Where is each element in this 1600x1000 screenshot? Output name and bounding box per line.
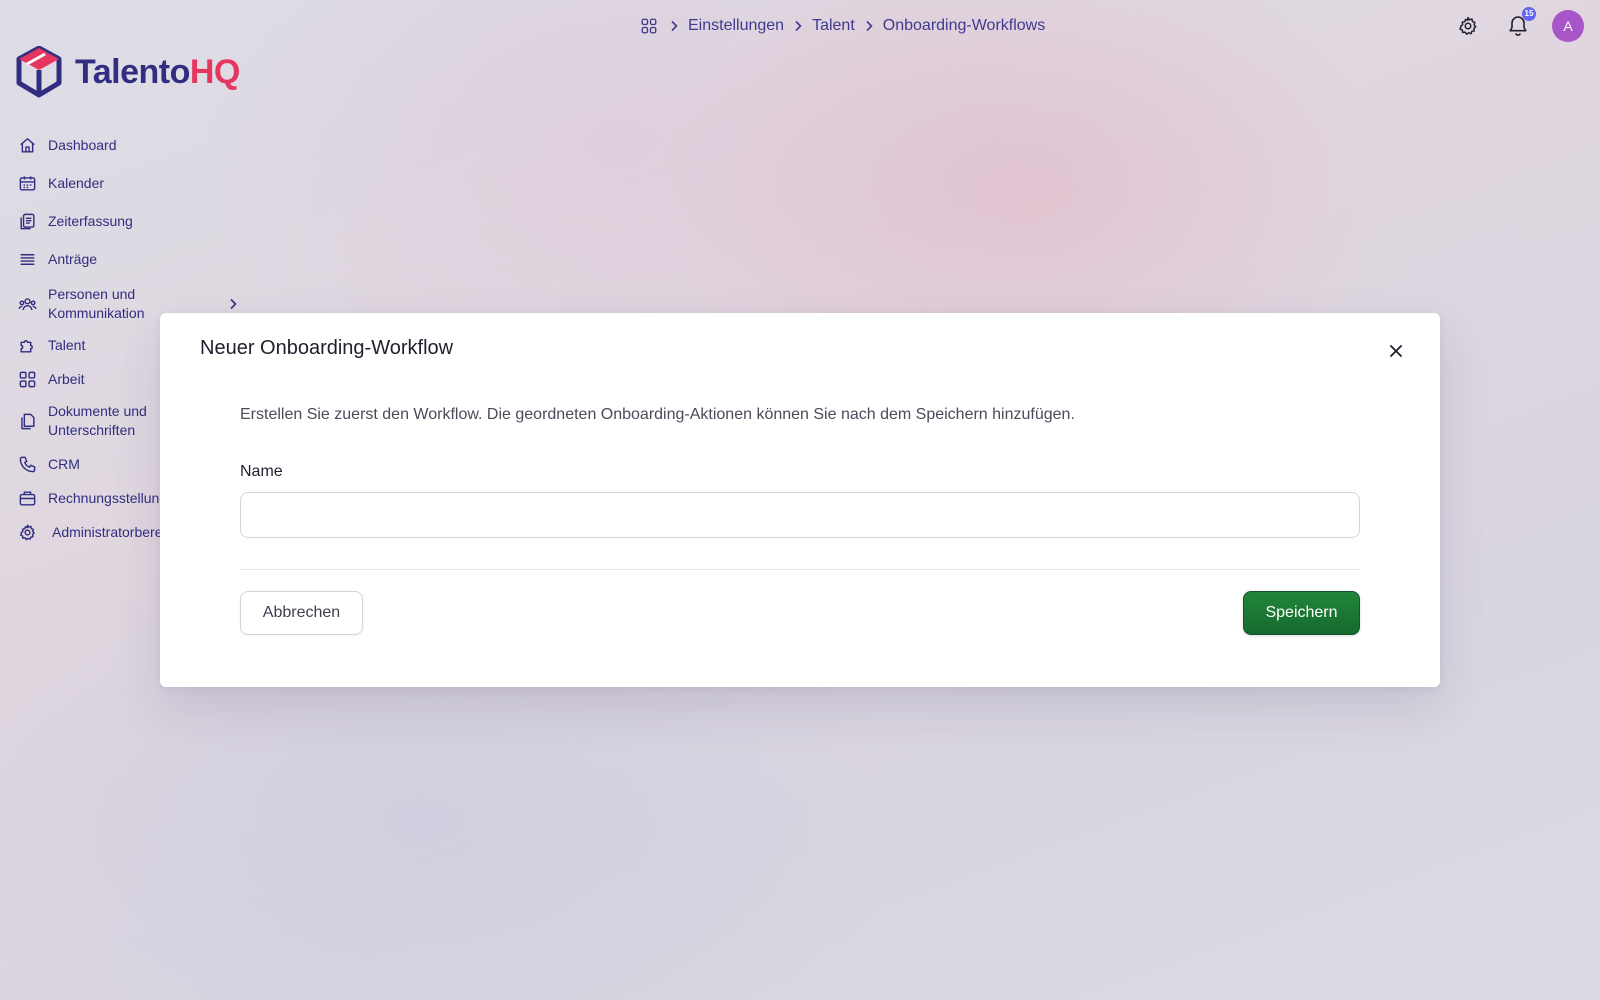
breadcrumb: Einstellungen Talent Onboarding-Workflow… [638,14,1045,38]
cancel-button[interactable]: Abbrechen [240,591,363,635]
header-actions: 15 A [1452,7,1584,42]
logo[interactable]: TalentoHQ [15,46,240,98]
sidebar-item-label: Kalender [48,174,105,191]
documents-icon [16,410,38,432]
home-icon [16,134,38,156]
breadcrumb-talent[interactable]: Talent [812,17,855,35]
new-onboarding-workflow-dialog: Neuer Onboarding-Workflow Erstellen Sie … [160,313,1440,687]
sidebar-item-dashboard[interactable]: Dashboard [16,134,241,156]
sidebar-item-label: Dashboard [48,136,117,153]
grid-icon [16,368,38,390]
gear-icon [16,521,38,543]
close-icon[interactable] [1382,337,1410,365]
sidebar-item-label: Talent [48,336,86,353]
sidebar-item-kalender[interactable]: Kalender [16,172,241,194]
logo-text: TalentoHQ [75,53,240,92]
chevron-right-icon [855,20,883,32]
name-field-label: Name [240,463,283,480]
divider [240,569,1360,570]
logo-text-primary: Talento [75,52,190,91]
notifications-button[interactable]: 15 [1502,7,1536,42]
sidebar-item-label: Anträge [48,250,98,267]
sidebar-item-label: Zeiterfassung [48,212,133,229]
notification-count-badge: 15 [1522,7,1536,21]
phone-icon [16,453,38,475]
sidebar-item-antraege[interactable]: Anträge [16,248,241,270]
breadcrumb-einstellungen[interactable]: Einstellungen [688,17,784,35]
logo-text-accent: HQ [189,52,241,91]
sidebar-item-zeiterfassung[interactable]: Zeiterfassung [16,210,241,232]
chevron-right-icon [660,20,688,32]
cube-logo-icon [16,46,62,98]
save-button[interactable]: Speichern [1243,591,1360,635]
name-input[interactable] [240,492,1360,538]
chevron-right-icon [784,20,812,32]
apps-grid-icon[interactable] [638,15,660,37]
user-avatar[interactable]: A [1552,10,1584,42]
settings-gear-icon[interactable] [1452,10,1484,42]
clipboard-icon [16,210,38,232]
briefcase-icon [16,487,38,509]
chevron-right-icon [225,296,241,312]
sidebar-item-label: Rechnungsstellung [48,489,168,506]
calendar-icon [16,172,38,194]
puzzle-icon [16,334,38,356]
list-stack-icon [16,248,38,270]
dialog-title: Neuer Onboarding-Workflow [200,337,454,359]
breadcrumb-onboarding-workflows[interactable]: Onboarding-Workflows [883,17,1045,35]
sidebar-item-label: CRM [48,455,80,472]
people-icon [16,293,38,315]
sidebar-item-label: Arbeit [48,370,85,387]
dialog-description: Erstellen Sie zuerst den Workflow. Die g… [240,406,1075,423]
